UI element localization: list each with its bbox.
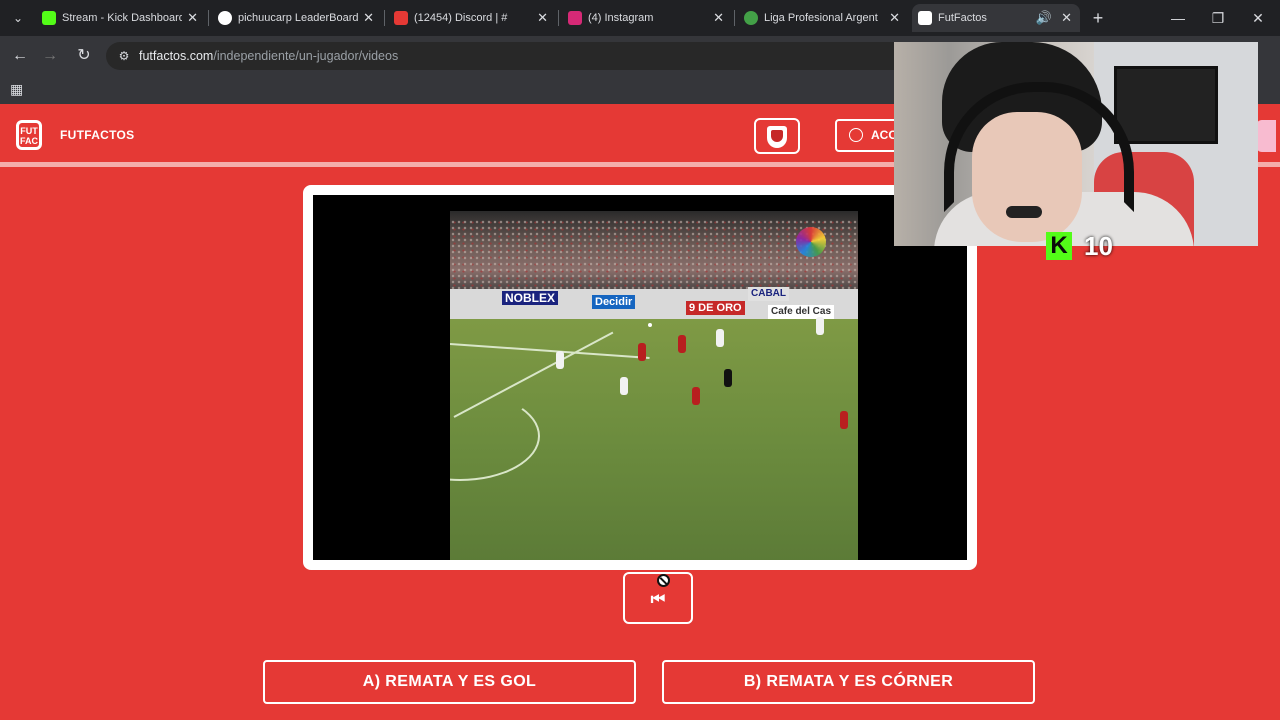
tab-search-icon[interactable]: ⌄ — [8, 8, 28, 28]
close-tab-icon[interactable]: ✕ — [889, 4, 900, 32]
ad-cabal: CABAL — [748, 287, 789, 301]
video-content: NOBLEX Decidir 9 DE ORO CABAL Cafe del C… — [450, 211, 858, 560]
player-white — [556, 351, 564, 369]
answer-a-button[interactable]: A) REMATA Y ES GOL — [263, 660, 636, 704]
kick-icon — [42, 11, 56, 25]
url-text[interactable]: futfactos.com/independiente/un-jugador/v… — [139, 48, 398, 64]
player-red — [678, 335, 686, 353]
brand-name[interactable]: FUTFACTOS — [60, 128, 134, 142]
microphone-icon — [1006, 206, 1042, 218]
video-frame: NOBLEX Decidir 9 DE ORO CABAL Cafe del C… — [303, 185, 977, 570]
ball — [648, 323, 652, 327]
close-window-button[interactable]: ✕ — [1238, 0, 1278, 36]
club-shield-button[interactable] — [754, 118, 800, 154]
kick-viewer-badge: K 10 — [1046, 230, 1122, 264]
instagram-icon — [568, 11, 582, 25]
tab-separator — [384, 10, 385, 26]
tab-discord[interactable]: (12454) Discord | # ✕ — [388, 4, 556, 32]
streamer-webcam — [894, 42, 1258, 246]
tab-leaderboard[interactable]: pichuucarp LeaderBoard ✕ — [212, 4, 382, 32]
close-tab-icon[interactable]: ✕ — [713, 4, 724, 32]
player-white — [816, 317, 824, 335]
ball-icon — [744, 11, 758, 25]
answer-b-button[interactable]: B) REMATA Y ES CÓRNER — [662, 660, 1035, 704]
player-white — [620, 377, 628, 395]
apps-grid-icon[interactable]: ▦ — [10, 81, 26, 97]
crowd-texture — [450, 219, 858, 289]
player-white — [716, 329, 724, 347]
back-button[interactable]: ← — [8, 44, 32, 68]
close-tab-icon[interactable]: ✕ — [187, 4, 198, 32]
tab-separator — [734, 10, 735, 26]
player-red — [638, 343, 646, 361]
diamond-icon — [218, 11, 232, 25]
player-red — [692, 387, 700, 405]
futfactos-logo[interactable]: FUT FAC — [16, 120, 42, 150]
tab-separator — [208, 10, 209, 26]
restore-button[interactable]: ❐ — [1198, 0, 1238, 36]
tab-kick-dashboard[interactable]: Stream - Kick Dashboard ✕ — [36, 4, 206, 32]
tv-channel-logo — [796, 227, 826, 257]
header-right-pill[interactable] — [1256, 120, 1276, 152]
ad-cafe: Cafe del Cas — [768, 305, 835, 319]
video-player[interactable]: NOBLEX Decidir 9 DE ORO CABAL Cafe del C… — [313, 195, 967, 560]
referee — [724, 369, 732, 387]
user-icon — [849, 128, 863, 142]
browser-tab-strip: ⌄ Stream - Kick Dashboard ✕ pichuucarp L… — [0, 0, 1280, 36]
reload-button[interactable]: ↻ — [72, 44, 96, 68]
site-settings-icon[interactable]: ⚙ — [116, 48, 132, 64]
ad-decidir: Decidir — [592, 295, 636, 309]
not-allowed-cursor-icon — [657, 574, 670, 587]
kick-logo-icon: K — [1046, 232, 1072, 260]
independiente-shield-icon — [767, 126, 787, 148]
tab-liga-profesional[interactable]: Liga Profesional Argent ✕ — [738, 4, 908, 32]
ad-noblex: NOBLEX — [502, 291, 559, 305]
player-red — [840, 411, 848, 429]
ad-9-de-oro: 9 DE ORO — [686, 301, 745, 315]
kick-viewer-count: 10 — [1084, 231, 1113, 261]
speaker-icon[interactable]: 🔊 — [1036, 4, 1052, 32]
discord-icon — [394, 11, 408, 25]
close-tab-icon[interactable]: ✕ — [1061, 4, 1072, 32]
new-tab-button[interactable]: + — [1088, 6, 1108, 30]
tab-futfactos[interactable]: FutFactos 🔊 ✕ — [912, 4, 1080, 32]
forward-button[interactable]: → — [38, 44, 62, 68]
futfactos-icon — [918, 11, 932, 25]
minimize-button[interactable]: — — [1158, 0, 1198, 36]
webcam-monitor — [1114, 66, 1218, 144]
close-tab-icon[interactable]: ✕ — [363, 4, 374, 32]
close-tab-icon[interactable]: ✕ — [537, 4, 548, 32]
tab-instagram[interactable]: (4) Instagram ✕ — [562, 4, 732, 32]
tab-separator — [558, 10, 559, 26]
